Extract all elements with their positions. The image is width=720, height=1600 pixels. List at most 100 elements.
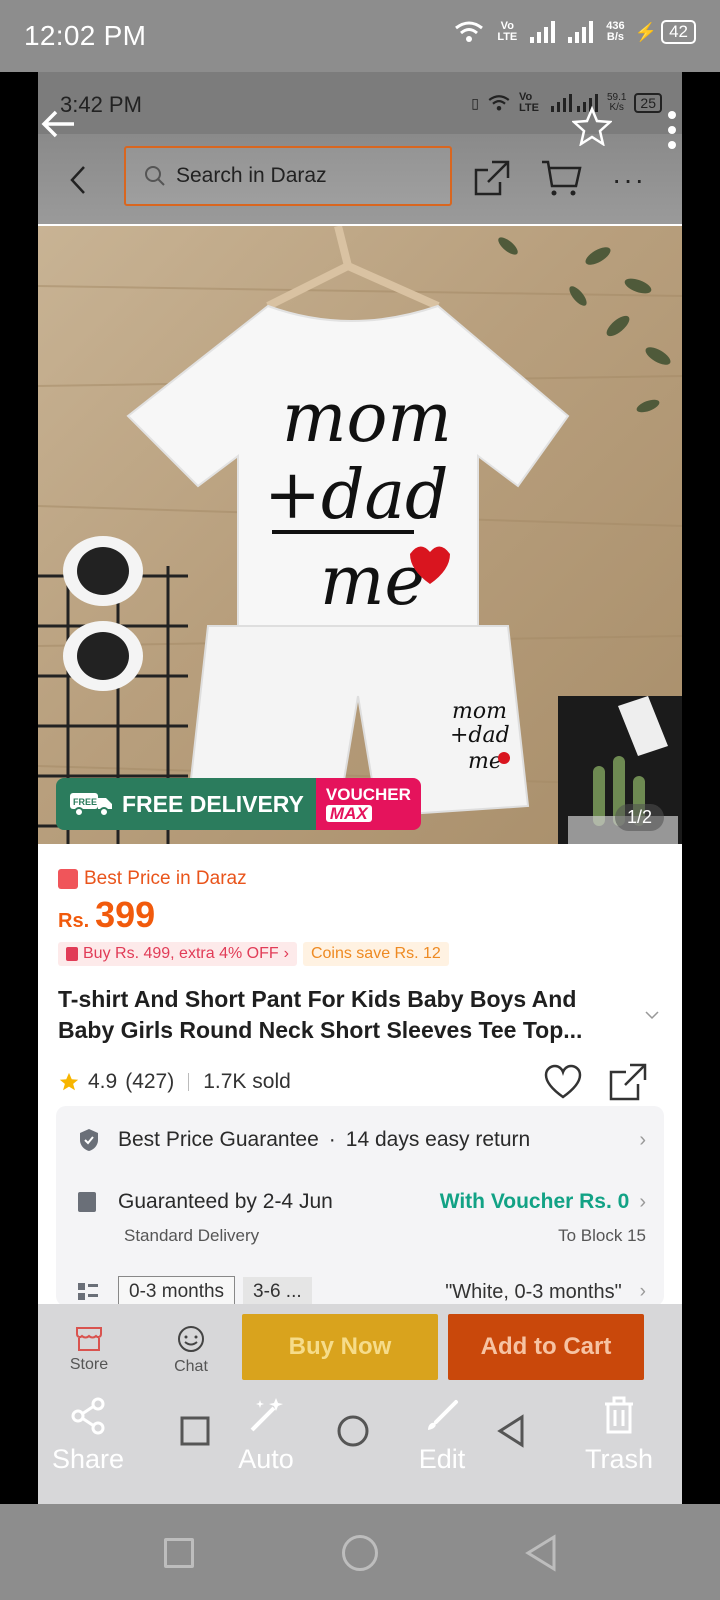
chevron-right-icon: › (639, 1281, 646, 1302)
status-bar: 12:02 PM Vo LTE 436 B/s ⚡ 42 (0, 0, 720, 72)
vibrate-icon: ▯ (471, 94, 479, 111)
share-icon[interactable] (472, 158, 512, 198)
guarantee-row[interactable]: Best Price Guarantee · 14 days easy retu… (78, 1128, 646, 1152)
inner-nav-square-icon (180, 1416, 210, 1446)
hanger-shape (266, 226, 440, 310)
status-icons: Vo LTE 436 B/s ⚡ 42 (454, 20, 696, 44)
edit-tool[interactable]: Edit (416, 1396, 468, 1475)
product-image[interactable]: mom +dad me mom +dad me FREE FREE DELIVE… (38, 226, 682, 844)
best-price-icon (58, 869, 78, 889)
inner-status-icons: ▯ Vo LTE 59.1 K/s 25 (471, 92, 662, 114)
variants-icon (78, 1283, 98, 1300)
extra-off-promo[interactable]: Buy Rs. 499, extra 4% OFF › (58, 942, 297, 966)
net-speed: 436 B/s (606, 20, 625, 43)
inner-nav-back-icon (497, 1414, 524, 1448)
sold-count: 1.7K sold (203, 1070, 291, 1093)
inner-network-type: Vo LTE (518, 91, 539, 114)
star-filled-icon (59, 1072, 79, 1091)
svg-text:mom: mom (282, 379, 452, 458)
share-product-icon[interactable] (608, 1062, 648, 1102)
coins-promo[interactable]: Coins save Rs. 12 (302, 942, 449, 966)
auto-tool[interactable]: Auto (234, 1396, 298, 1475)
truck-icon-label: FREE (73, 797, 97, 807)
wifi-icon (455, 21, 484, 42)
promo-tag-icon (66, 947, 78, 961)
chevron-right-icon: › (283, 945, 289, 962)
product-price: Rs. 399 (58, 894, 156, 935)
more-options-icon[interactable]: ··· (612, 164, 646, 196)
inner-wifi-icon (488, 95, 510, 111)
rating-value: 4.9 (88, 1070, 118, 1093)
status-time: 12:02 PM (24, 20, 147, 51)
battery-indicator: ⚡ 42 (635, 20, 696, 44)
chevron-right-icon: › (639, 1128, 646, 1151)
viewer-menu-icon[interactable] (665, 110, 679, 150)
screenshot-preview: 3:42 PM ▯ Vo LTE 59.1 K/s 25 Search in Da… (38, 72, 682, 1504)
inner-battery: 25 (634, 93, 662, 113)
buy-now-button[interactable]: Buy Now (242, 1314, 438, 1380)
svg-text:me: me (320, 542, 425, 621)
store-button[interactable]: Store (64, 1326, 114, 1374)
chevron-right-icon: › (639, 1190, 646, 1213)
store-icon (76, 1327, 102, 1351)
svg-text:mom: mom (452, 699, 507, 724)
voucher-max-badge: VOUCHER MAX (315, 778, 421, 830)
shield-icon (80, 1129, 98, 1151)
back-chevron-icon[interactable] (68, 164, 88, 196)
service-card: Best Price Guarantee · 14 days easy retu… (56, 1106, 664, 1308)
magic-wand-icon (250, 1398, 283, 1432)
signal-icon-2 (568, 21, 594, 43)
nav-back-button[interactable] (524, 1534, 558, 1572)
navigation-bar (0, 1504, 720, 1600)
viewer-border-right (682, 72, 720, 1504)
search-header: Search in Daraz ··· (38, 134, 682, 224)
variant-option-2[interactable]: 3-6 ... (243, 1277, 312, 1307)
svg-text:me: me (468, 749, 502, 774)
trash-icon (605, 1396, 633, 1434)
inner-nav-circle-icon (337, 1415, 369, 1447)
delivery-type: Standard Delivery (124, 1226, 260, 1245)
truck-icon: FREE (70, 793, 112, 817)
viewer-border-left (0, 72, 38, 1504)
search-icon (145, 166, 165, 186)
rating-row[interactable]: 4.9 (427) 1.7K sold (58, 1070, 291, 1094)
free-delivery-text: FREE DELIVERY (122, 790, 304, 817)
signal-icon (530, 21, 556, 43)
promo-tags: Buy Rs. 499, extra 4% OFF › Coins save R… (58, 942, 449, 966)
review-count: (427) (125, 1070, 175, 1093)
voucher-text: With Voucher Rs. 0 (439, 1190, 630, 1213)
divider (188, 1073, 190, 1091)
delivery-destination: To Block 15 (558, 1226, 646, 1245)
add-to-cart-button[interactable]: Add to Cart (448, 1314, 644, 1380)
product-info: Best Price in Daraz Rs. 399 Buy Rs. 499, … (38, 844, 682, 1308)
recents-button[interactable] (164, 1538, 194, 1568)
best-price-label[interactable]: Best Price in Daraz (58, 868, 247, 890)
chat-button[interactable]: Chat (166, 1326, 216, 1376)
image-pager: 1/2 (614, 804, 664, 831)
chat-icon (178, 1326, 204, 1352)
trash-tool[interactable]: Trash (582, 1396, 656, 1475)
home-button[interactable] (342, 1535, 378, 1571)
delivery-row[interactable]: Guaranteed by 2-4 Jun With Voucher Rs. 0… (78, 1190, 646, 1214)
product-photo: mom +dad me mom +dad me (38, 226, 682, 844)
share-nodes-icon (71, 1397, 105, 1435)
product-title[interactable]: T-shirt And Short Pant For Kids Baby Boy… (58, 984, 628, 1046)
selected-variant: "White, 0-3 months" (445, 1280, 622, 1303)
charging-icon: ⚡ (634, 21, 658, 42)
delivery-box-icon (78, 1192, 96, 1212)
search-placeholder: Search in Daraz (176, 164, 327, 187)
chevron-down-icon[interactable] (644, 1010, 660, 1020)
sunglasses-shape (63, 536, 143, 691)
viewer-toolbar: Share Auto Edit Trash (38, 1396, 682, 1504)
svg-text:+dad: +dad (450, 723, 510, 748)
cart-icon[interactable] (540, 158, 582, 198)
free-delivery-badge: FREE FREE DELIVERY VOUCHER MAX (56, 778, 421, 830)
viewer-back-arrow-icon[interactable] (38, 104, 78, 144)
favorite-star-icon[interactable] (572, 106, 612, 146)
brush-icon (428, 1400, 458, 1430)
svg-text:+dad: +dad (264, 456, 449, 535)
share-tool[interactable]: Share (52, 1396, 124, 1475)
network-type: Vo LTE (497, 20, 518, 43)
wishlist-heart-icon[interactable] (544, 1064, 582, 1100)
search-input[interactable]: Search in Daraz (124, 146, 452, 206)
